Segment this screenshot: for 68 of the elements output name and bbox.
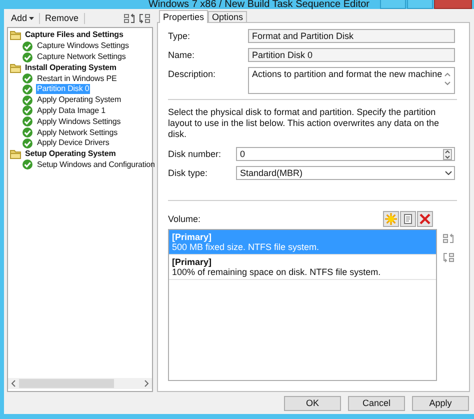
tree-item[interactable]: Apply Operating System xyxy=(36,95,122,106)
dialog-button[interactable]: OK xyxy=(284,396,341,410)
properties-icon xyxy=(402,213,414,225)
move-up-icon xyxy=(443,233,455,244)
minimize-button[interactable] xyxy=(380,0,406,9)
check-icon xyxy=(22,116,33,128)
delete-icon xyxy=(419,213,431,225)
spinner-icon xyxy=(443,148,452,160)
volume-detail: 100% of remaining space on disk. NTFS file system. xyxy=(172,267,382,277)
field-label: Name: xyxy=(168,49,196,60)
toolbar-button[interactable]: Remove xyxy=(43,13,81,23)
volume-detail: 500 MB fixed size. NTFS file system. xyxy=(172,242,320,252)
tree-item[interactable]: Apply Data Image 1 xyxy=(36,106,106,116)
field-label: Type: xyxy=(168,30,192,41)
caret-icon xyxy=(29,16,34,20)
tree-item[interactable]: Install Operating System xyxy=(24,62,118,73)
field-label: Description: xyxy=(168,68,217,79)
field-label: Disk type: xyxy=(168,167,209,178)
scroll-right-icon xyxy=(144,380,149,387)
scroll-left-icon xyxy=(11,380,16,387)
field-label: Disk number: xyxy=(168,148,222,159)
check-icon xyxy=(22,127,33,138)
folder-icon xyxy=(10,30,21,40)
name-field[interactable]: Partition Disk 0 xyxy=(248,48,455,62)
tree-item[interactable]: Capture Files and Settings xyxy=(24,30,124,40)
check-icon xyxy=(22,73,33,84)
move-down-icon xyxy=(443,252,455,263)
volume-title: [Primary] xyxy=(172,232,213,242)
tree-item[interactable]: Restart in Windows PE xyxy=(36,74,118,84)
folder-icon xyxy=(10,62,21,73)
tab[interactable]: Properties xyxy=(159,10,208,23)
close-button[interactable] xyxy=(434,0,472,9)
disk-type-dropdown[interactable]: Standard(MBR) xyxy=(236,166,455,180)
add-menu-button[interactable]: Add xyxy=(9,13,36,23)
tree-item[interactable]: Apply Windows Settings xyxy=(36,116,122,127)
check-icon xyxy=(22,138,33,149)
move-up-icon xyxy=(124,12,136,24)
window-title: Windows 7 x86 / New Build Task Sequence Editor xyxy=(148,0,370,9)
maximize-button[interactable] xyxy=(407,0,433,9)
tree-item[interactable]: Apply Network Settings xyxy=(36,128,119,138)
type-field[interactable]: Format and Partition Disk xyxy=(248,29,455,43)
check-icon xyxy=(22,105,33,116)
instructions-text: Select the physical disk to format and partition. Specify the partition layout to use in the list below. This action overwrites any data on the disk. xyxy=(168,107,440,140)
volume-title: [Primary] xyxy=(172,257,213,267)
check-icon xyxy=(22,159,33,170)
new-button[interactable] xyxy=(383,211,399,227)
tree-item[interactable]: Setup Operating System xyxy=(24,149,117,160)
delete-button[interactable] xyxy=(417,211,433,227)
tree-item[interactable]: Capture Windows Settings xyxy=(36,41,130,52)
horizontal-scrollbar[interactable] xyxy=(8,378,152,389)
tab[interactable]: Options xyxy=(208,11,248,22)
check-icon xyxy=(22,94,33,106)
volume-item[interactable]: [Primary] 100% of remaining space on disk. NTFS file system. xyxy=(169,255,436,280)
tree-item[interactable]: Capture Network Settings xyxy=(36,52,127,62)
check-icon xyxy=(22,40,33,52)
volume-label: Volume: xyxy=(168,214,201,224)
folder-icon xyxy=(10,149,21,160)
description-field[interactable]: Actions to partition and format the new machine xyxy=(248,67,455,94)
check-icon xyxy=(22,52,33,62)
new-icon xyxy=(385,213,397,225)
move-down-icon xyxy=(139,12,151,24)
dialog-button[interactable]: Cancel xyxy=(348,396,405,410)
disk-number-field[interactable]: 0 xyxy=(236,147,455,161)
dialog-button[interactable]: Apply xyxy=(412,396,469,410)
properties-button[interactable] xyxy=(400,211,416,227)
check-icon xyxy=(22,84,33,95)
tree-item[interactable]: Apply Device Drivers xyxy=(36,138,110,148)
tree-item[interactable]: Setup Windows and Configuration xyxy=(36,160,156,170)
